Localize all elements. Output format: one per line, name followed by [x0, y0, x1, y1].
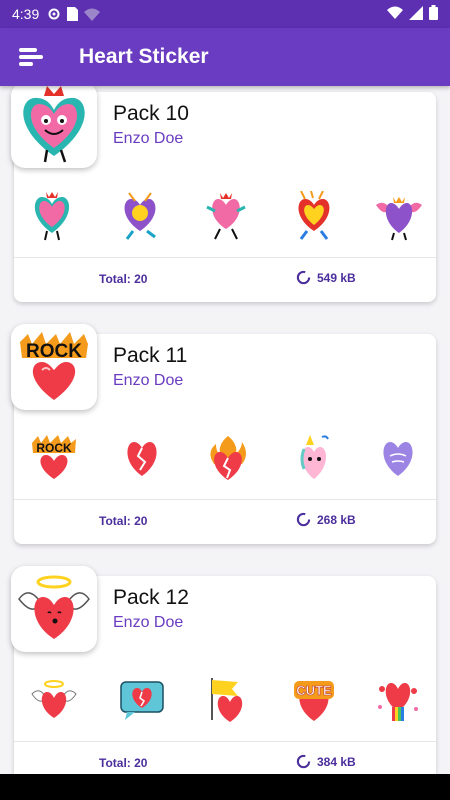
heart-character-icon	[298, 191, 330, 240]
pack-card[interactable]: ROCK Pack 11 Enzo Doe ROCK Total: 20 268…	[11, 324, 436, 544]
svg-text:ROCK: ROCK	[26, 341, 82, 362]
rock-heart-icon: ROCK	[32, 435, 76, 479]
pack-size-label: 268 kB	[317, 512, 356, 527]
pack-size-label: 549 kB	[317, 270, 356, 285]
pack-name: Pack 10	[113, 102, 189, 125]
sticker-preview	[198, 188, 254, 244]
pack-size: 549 kB	[296, 270, 356, 285]
menu-button[interactable]	[3, 28, 59, 86]
pack-thumbnail	[11, 566, 97, 652]
sticker-preview	[286, 188, 342, 244]
svg-text:ROCK: ROCK	[36, 441, 72, 455]
circular-progress-icon	[296, 270, 311, 285]
love-heart-icon	[383, 442, 413, 476]
heart-character-icon	[34, 192, 70, 241]
pack-size: 384 kB	[296, 754, 356, 769]
card-divider	[14, 741, 436, 742]
sticker-preview	[114, 672, 170, 728]
flag-heart-icon	[211, 678, 243, 722]
sticker-preview	[200, 672, 256, 728]
pack-author: Enzo Doe	[113, 372, 184, 389]
unicorn-heart-icon	[300, 435, 329, 479]
sticker-total: Total: 20	[99, 756, 148, 770]
sticker-preview	[24, 188, 80, 244]
card-divider	[14, 499, 436, 500]
sticker-preview	[114, 430, 170, 486]
heart-character-icon	[124, 192, 156, 240]
app-bar: Heart Sticker	[0, 28, 450, 86]
pack-thumbnail: ROCK	[11, 324, 97, 410]
pack-author: Enzo Doe	[113, 614, 184, 631]
app-title: Heart Sticker	[79, 45, 209, 68]
circular-progress-icon	[296, 512, 311, 527]
settings-icon	[47, 7, 61, 21]
pack-size: 268 kB	[296, 512, 356, 527]
sim-card-icon	[67, 7, 79, 21]
battery-icon	[429, 5, 438, 23]
circular-progress-icon	[296, 754, 311, 769]
sticker-total: Total: 20	[99, 272, 148, 286]
status-right	[387, 5, 438, 23]
angel-heart-icon	[31, 680, 77, 718]
signal-icon	[409, 5, 423, 23]
wifi-icon	[387, 6, 403, 22]
fire-broken-heart-icon	[210, 436, 246, 480]
status-bar: 4:39	[0, 0, 450, 28]
svg-text:CUTE: CUTE	[296, 683, 332, 698]
pack-size-label: 384 kB	[317, 754, 356, 769]
pack-author: Enzo Doe	[113, 130, 184, 147]
broken-heart-icon	[127, 442, 157, 476]
heart-character-sticker-icon	[23, 86, 85, 163]
card-divider	[14, 257, 436, 258]
wifi-unknown-icon	[84, 8, 101, 21]
status-time: 4:39	[12, 6, 40, 22]
sticker-preview	[286, 430, 342, 486]
chat-broken-heart-icon	[120, 681, 164, 720]
angel-heart-sticker-icon	[18, 575, 90, 639]
pack-list[interactable]: Pack 10 Enzo Doe Total: 20 549 kB ROCK P…	[0, 86, 450, 774]
sticker-preview	[200, 430, 256, 486]
sticker-preview: CUTE	[286, 672, 342, 728]
sticker-preview	[371, 188, 427, 244]
rock-heart-sticker-icon: ROCK	[20, 332, 88, 400]
menu-icon	[19, 48, 43, 66]
sticker-preview-row: ROCK	[14, 430, 436, 490]
sticker-preview	[370, 430, 426, 486]
sticker-total: Total: 20	[99, 514, 148, 528]
sticker-preview	[26, 672, 82, 728]
system-navigation-bar	[0, 774, 450, 800]
sticker-preview-row	[14, 188, 436, 248]
sticker-preview	[112, 188, 168, 244]
sticker-preview-row: CUTE	[14, 672, 436, 732]
rainbow-heart-icon	[378, 683, 418, 721]
pack-card[interactable]: Pack 10 Enzo Doe Total: 20 549 kB	[11, 86, 436, 302]
heart-character-icon	[206, 193, 246, 240]
cute-heart-icon: CUTE	[294, 681, 334, 721]
winged-heart-icon	[376, 197, 422, 241]
pack-name: Pack 11	[113, 344, 188, 367]
sticker-preview	[370, 672, 426, 728]
pack-name: Pack 12	[113, 586, 189, 609]
pack-card[interactable]: Pack 12 Enzo Doe CUTE Total: 20 384 kB	[11, 566, 436, 774]
sticker-preview: ROCK	[26, 430, 82, 486]
pack-thumbnail	[11, 86, 97, 168]
